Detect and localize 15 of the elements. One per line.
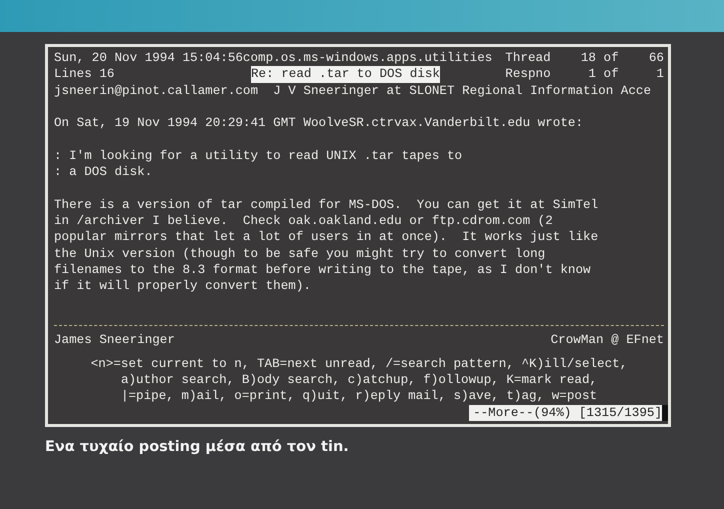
status-bar: --More--(94%) [1315/1395] [469,404,662,421]
attribution-line: On Sat, 19 Nov 1994 20:29:41 GMT WoolveSR.ctrvax.Vanderbilt.edu wrote: [54,115,584,132]
message-body: There is a version of tar compiled for MS-DOS. You can get it at SimTel in /archiver I believe. Check oak.oakland.edu or ftp.cdrom.com (2 popular mirrors that let a lot of users in at once). It works just like the Unix version (though to be safe you might try to convert long filenames to the 8.3 format before writing to the tape, as I don't know if it will properly convert them). [54,196,600,294]
header-text: jsneerin@pinot.callamer.com J V Sneeringer at SLONET Regional Information Acce [54,82,652,99]
author-nick: CrowMan @ EFnet [550,332,664,348]
subject-highlight: Re: read .tar to DOS disk [251,66,440,83]
quoted-text: : I'm looking for a utility to read UNIX .tar tapes to : a DOS disk. [54,148,464,180]
caption: Ενα τυχαίο posting μέσα από τον tin. [45,439,350,455]
header-text: Respno 1 of 1 [505,66,664,83]
author-name: James Sneeringer [54,332,175,348]
command-help: <n>=set current to n, TAB=next unread, /=search pattern, ^K)ill/select, a)uthor search, B)ody search, c)atchup, f)ollowup, K=mark read, |=pipe, m)ail, o=print, q)uit, r)eply mail, s)ave, t)ag, w=post [90,356,628,405]
cursor-icon [662,404,668,421]
header-text: Sun, 20 Nov 1994 15:04:56comp.os.ms-windows.apps.utilities [54,50,492,66]
header-text: Thread 18 of 66 [505,50,664,66]
header-text: Lines 16 [54,66,114,83]
